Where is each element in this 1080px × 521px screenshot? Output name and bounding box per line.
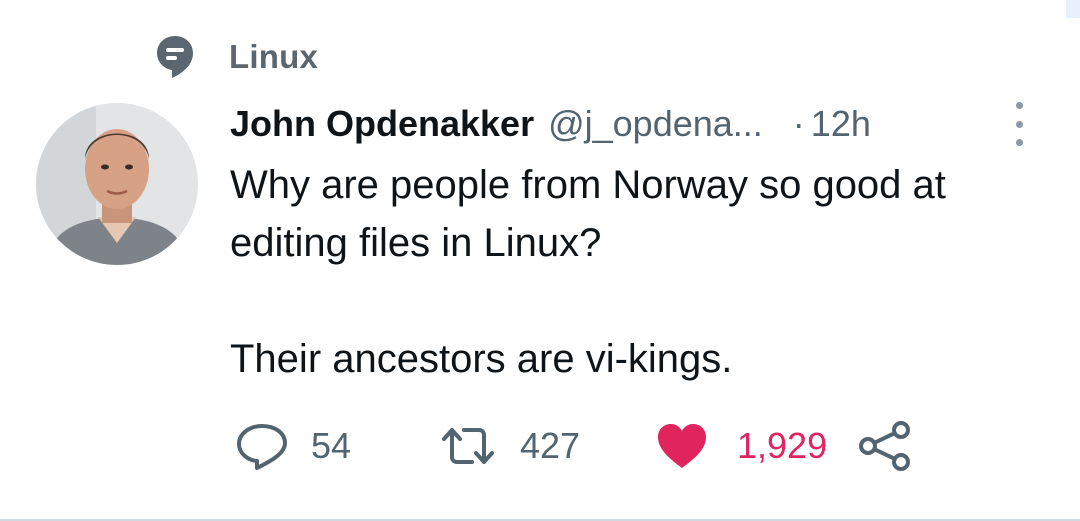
author-handle[interactable]: @j_opdena... bbox=[548, 103, 763, 145]
like-button[interactable]: 1,929 bbox=[655, 418, 827, 474]
reply-count: 54 bbox=[311, 425, 352, 466]
tweet-actions: 54 427 1,929 bbox=[0, 418, 1080, 474]
heart-icon bbox=[658, 424, 706, 468]
like-count: 1,929 bbox=[737, 425, 828, 466]
topic-context[interactable]: Linux bbox=[155, 34, 318, 80]
share-icon bbox=[859, 421, 910, 471]
retweet-icon bbox=[442, 428, 494, 464]
reply-button[interactable]: 54 bbox=[235, 418, 351, 474]
more-dot bbox=[1015, 102, 1023, 109]
topic-label: Linux bbox=[229, 38, 318, 75]
corner-accent bbox=[1066, 0, 1080, 18]
tweet-text-line: Their ancestors are vi-kings. bbox=[230, 337, 733, 381]
avatar[interactable] bbox=[36, 103, 198, 265]
tweet-text-line: Why are people from Norway so good at bbox=[230, 163, 946, 207]
retweet-button[interactable]: 427 bbox=[438, 418, 580, 474]
avatar-photo bbox=[36, 103, 198, 265]
header-separator: · bbox=[792, 103, 805, 144]
tweet-timestamp[interactable]: 12h bbox=[811, 103, 871, 145]
retweet-count: 427 bbox=[520, 425, 581, 466]
more-dot bbox=[1015, 120, 1023, 128]
more-options-icon[interactable] bbox=[1006, 102, 1032, 146]
tweet-text-line: editing files in Linux? bbox=[230, 221, 602, 265]
more-dot bbox=[1015, 139, 1023, 146]
tweet-text: Why are people from Norway so good at ed… bbox=[230, 156, 1050, 388]
tweet-header: John Opdenakker @j_opdena... · 12h bbox=[230, 98, 1030, 150]
reply-icon bbox=[237, 424, 287, 470]
author-name[interactable]: John Opdenakker bbox=[230, 103, 534, 145]
share-button[interactable] bbox=[857, 418, 915, 474]
topic-icon bbox=[157, 36, 193, 78]
